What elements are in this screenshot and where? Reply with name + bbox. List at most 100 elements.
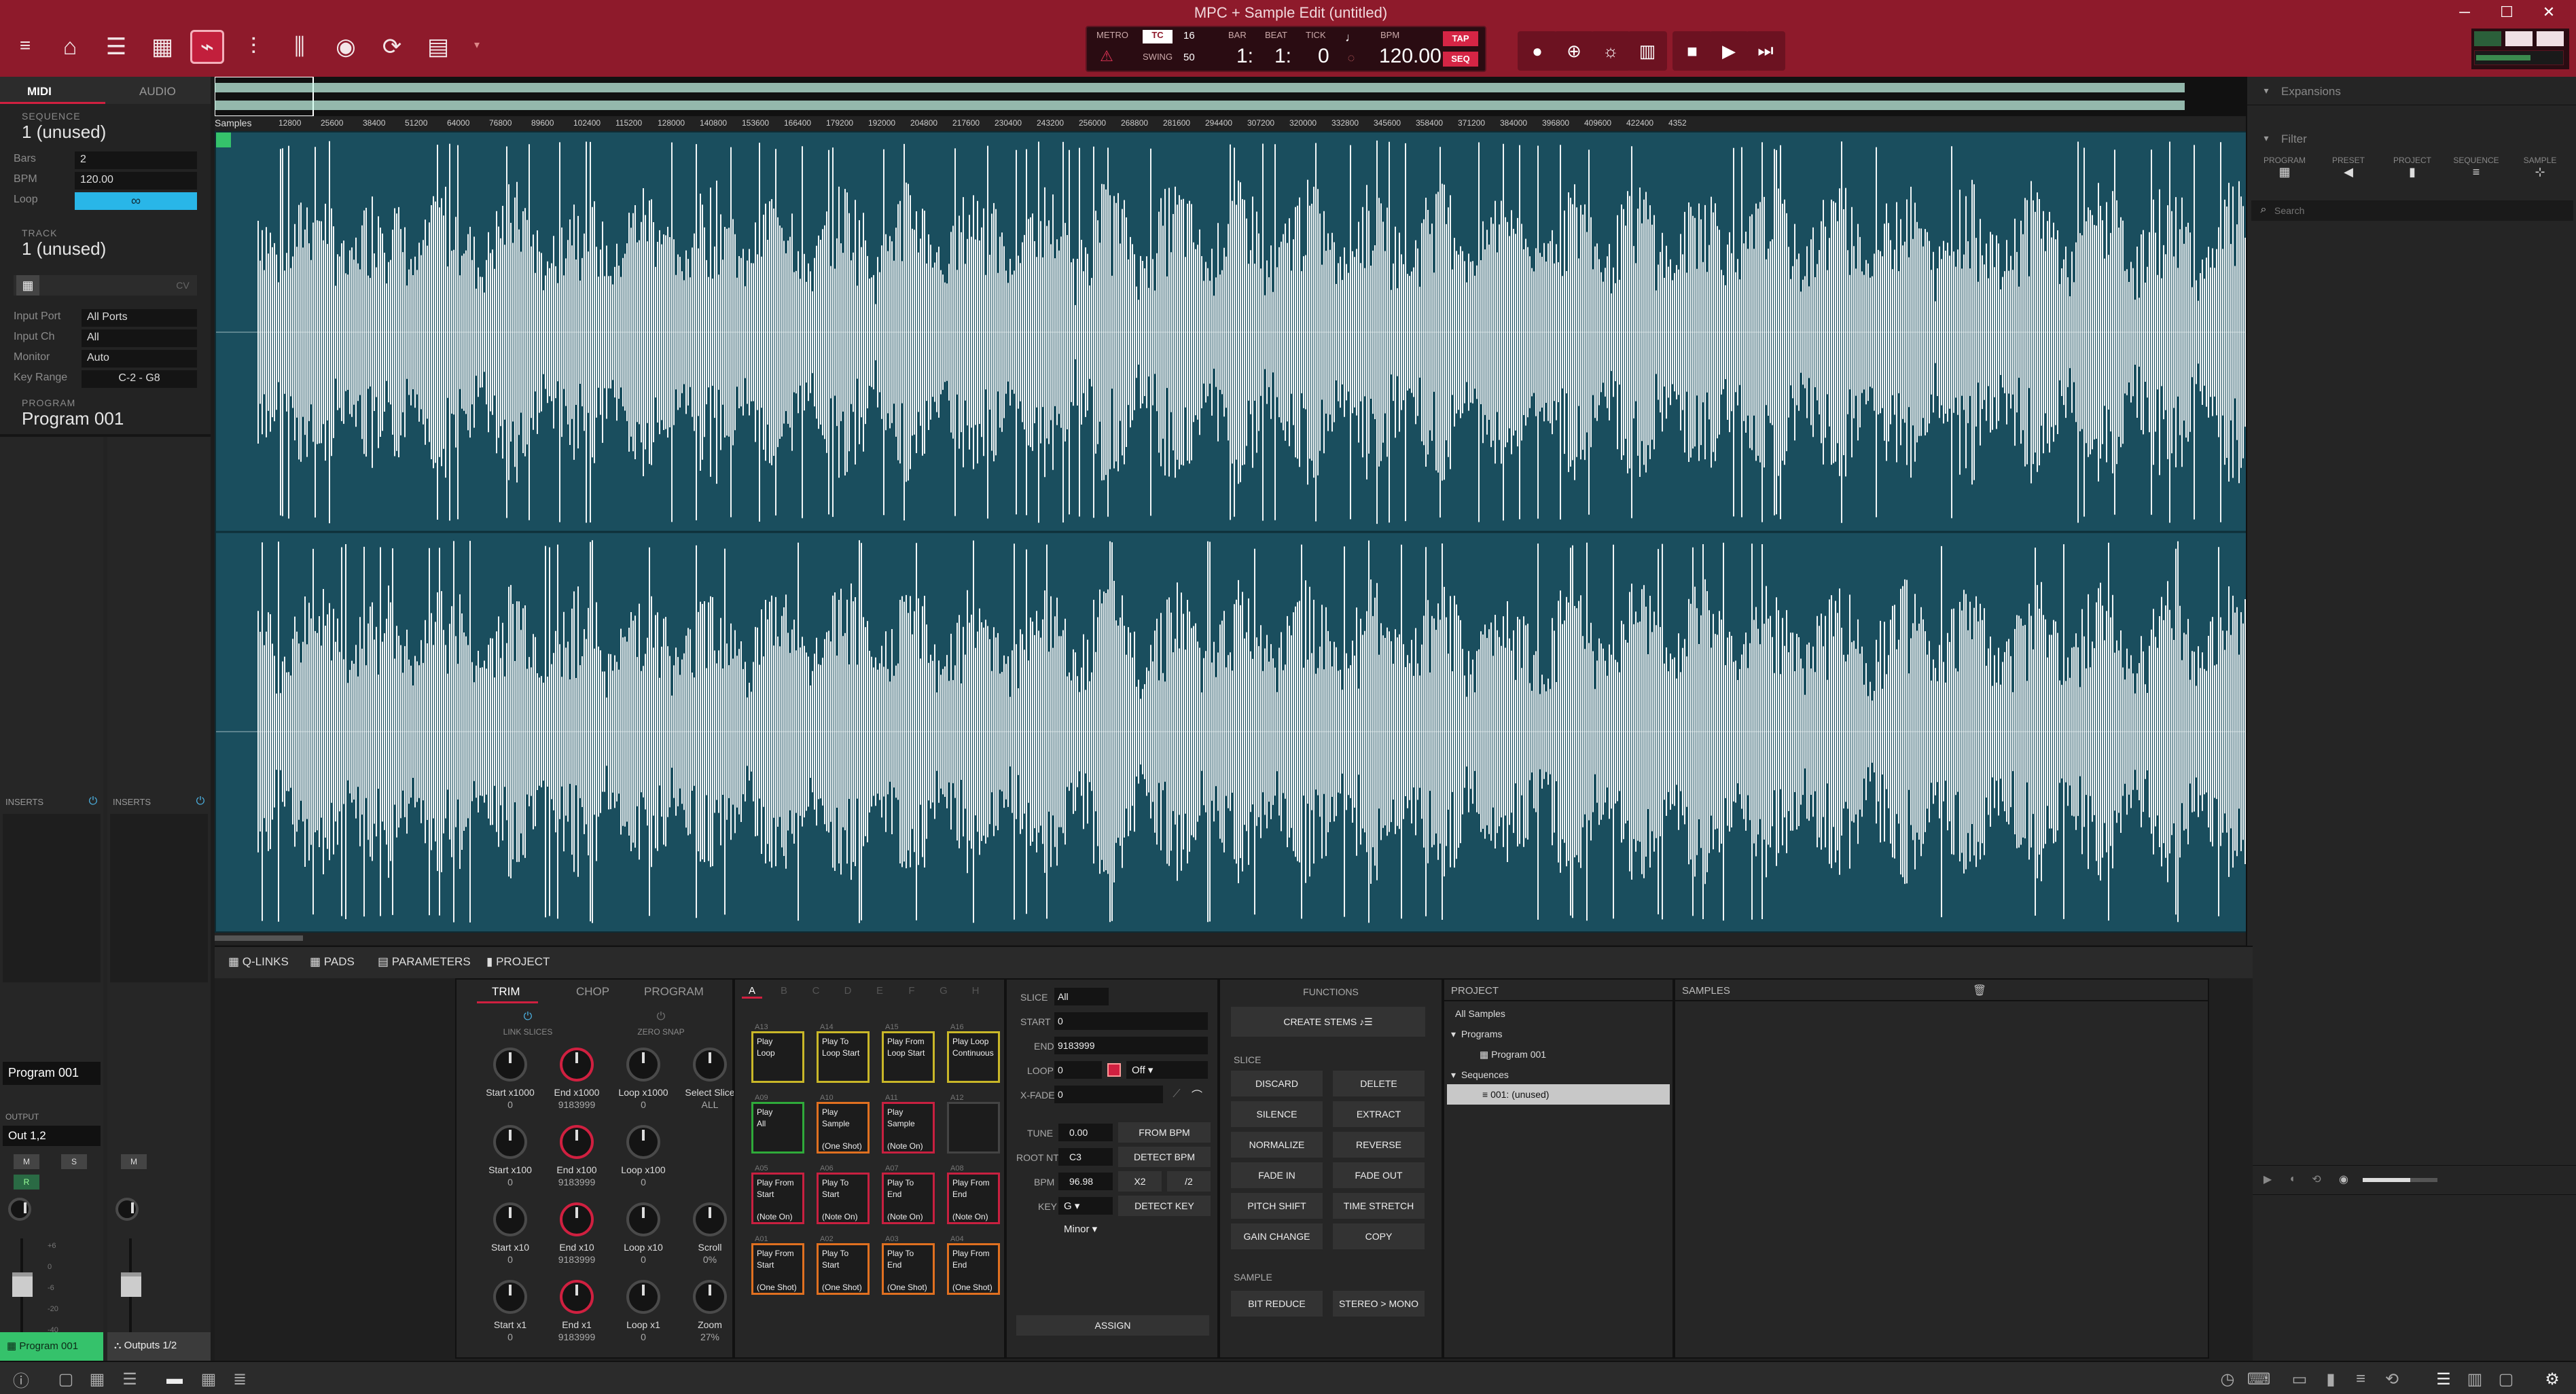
bars-field[interactable]: 2	[75, 151, 197, 169]
slice-select[interactable]: All	[1054, 988, 1109, 1005]
filter-sample[interactable]: SAMPLE ⊹	[2508, 156, 2572, 179]
keyboard-icon[interactable]: ⌨	[2247, 1368, 2271, 1391]
channel-mixer-icon[interactable]: ⫼	[283, 30, 317, 64]
loop-lock-toggle[interactable]	[1107, 1063, 1121, 1077]
trim-knob[interactable]	[626, 1048, 660, 1082]
mute-button[interactable]: M	[14, 1154, 39, 1169]
pad-bank-c[interactable]: C	[806, 985, 826, 997]
assign-button[interactable]: ASSIGN	[1016, 1315, 1209, 1336]
pan-knob[interactable]	[115, 1198, 139, 1221]
waveform-overview[interactable]	[214, 76, 2253, 117]
menu-icon[interactable]: ≡	[14, 34, 37, 57]
layout-split-icon[interactable]: ▥	[2463, 1368, 2486, 1391]
pad-a08[interactable]: A08 Play From End (Note On)	[947, 1164, 1000, 1224]
mixer-icon[interactable]: ⫶	[236, 30, 270, 64]
programs-folder[interactable]: ▾ Programs	[1451, 1029, 1503, 1040]
pad-bank-d[interactable]: D	[838, 985, 858, 997]
sequences-folder[interactable]: ▾ Sequences	[1451, 1069, 1509, 1081]
reverse-button[interactable]: REVERSE	[1333, 1132, 1425, 1158]
sequence-name[interactable]: 1 (unused)	[22, 122, 106, 143]
volume-fader[interactable]	[121, 1272, 141, 1297]
all-samples-item[interactable]: All Samples	[1455, 1008, 1505, 1019]
gain-change-button[interactable]: GAIN CHANGE	[1231, 1223, 1323, 1249]
time-stretch-button[interactable]: TIME STRETCH	[1333, 1193, 1425, 1219]
trim-knob[interactable]	[560, 1125, 594, 1159]
normalize-button[interactable]: NORMALIZE	[1231, 1132, 1323, 1158]
half-bpm-button[interactable]: /2	[1167, 1171, 1211, 1192]
trim-knob[interactable]	[693, 1202, 727, 1236]
tab-chop[interactable]: CHOP	[576, 985, 609, 999]
pad-bank-b[interactable]: B	[774, 985, 794, 997]
double-bpm-button[interactable]: X2	[1118, 1171, 1162, 1192]
track-type-selector[interactable]: ▦ CV	[14, 275, 197, 296]
trim-knob[interactable]	[493, 1202, 527, 1236]
fade-in-button[interactable]: FADE IN	[1231, 1162, 1323, 1188]
close-button[interactable]: ✕	[2535, 0, 2562, 24]
loop-mode-select[interactable]: Off ▾	[1126, 1061, 1208, 1079]
cv-icon[interactable]: CV	[171, 275, 194, 296]
sequence-item-selected[interactable]: ≡ 001: (unused)	[1447, 1084, 1670, 1105]
output-select[interactable]: Out 1,2	[3, 1126, 101, 1146]
pad-a14[interactable]: A14 Play To Loop Start	[817, 1023, 870, 1083]
trim-knob[interactable]	[493, 1048, 527, 1082]
scrollbar-thumb[interactable]	[215, 935, 303, 941]
tick-value[interactable]: 0	[1318, 45, 1329, 68]
power-icon[interactable]: ⏻	[194, 796, 207, 808]
loop-icon[interactable]: ⟲	[2310, 1173, 2323, 1186]
stop-button[interactable]: ■	[1672, 31, 1712, 71]
extract-button[interactable]: EXTRACT	[1333, 1101, 1425, 1127]
filter-sequence[interactable]: SEQUENCE ≡	[2444, 156, 2508, 179]
pad-a06[interactable]: A06 Play To Start (Note On)	[817, 1164, 870, 1224]
drum-grid-icon[interactable]: ▦	[16, 275, 39, 296]
scale-select[interactable]: Minor ▾	[1058, 1220, 1113, 1238]
record-button[interactable]: ●	[1518, 31, 1557, 71]
tab-pads[interactable]: ▦ PADS	[310, 955, 355, 969]
search-input[interactable]	[2274, 203, 2566, 218]
from-bpm-button[interactable]: FROM BPM	[1118, 1122, 1211, 1143]
trash-icon[interactable]: 🗑	[1973, 984, 1986, 997]
input-port-select[interactable]: All Ports	[82, 309, 197, 327]
mute-button[interactable]: M	[121, 1154, 147, 1169]
record-arm-button[interactable]: R	[14, 1175, 39, 1190]
insert-slots-2[interactable]	[110, 814, 208, 982]
pad-bank-e[interactable]: E	[870, 985, 890, 997]
search-box[interactable]: ⌕	[2251, 200, 2573, 221]
song-icon[interactable]: ▤	[421, 30, 455, 64]
start-marker[interactable]	[216, 132, 231, 147]
program-name[interactable]: Program 001	[22, 408, 124, 429]
tab-audio[interactable]: AUDIO	[139, 85, 176, 99]
count-in-button[interactable]: ▥	[1628, 31, 1667, 71]
pitch-shift-button[interactable]: PITCH SHIFT	[1231, 1193, 1323, 1219]
bit-reduce-button[interactable]: BIT REDUCE	[1231, 1291, 1323, 1317]
detect-key-button[interactable]: DETECT KEY	[1118, 1196, 1211, 1216]
sequence-view-icon[interactable]: ≣	[228, 1368, 251, 1391]
browser-icon[interactable]: ▮	[2319, 1368, 2342, 1391]
solo-button[interactable]: S	[61, 1154, 87, 1169]
filter-program[interactable]: PROGRAM ▦	[2253, 156, 2316, 179]
tab-qlinks[interactable]: ▦ Q-LINKS	[228, 955, 289, 969]
pad-bank-selector[interactable]: ABCDEFGH	[742, 985, 1000, 1003]
pad-a13[interactable]: A13 Play Loop	[751, 1023, 804, 1083]
seq-button[interactable]: SEQ	[1443, 52, 1478, 67]
info-icon[interactable]: ⓘ	[10, 1368, 33, 1391]
trim-knob[interactable]	[493, 1280, 527, 1314]
discard-button[interactable]: DISCARD	[1231, 1071, 1323, 1096]
copy-button[interactable]: COPY	[1333, 1223, 1425, 1249]
main-icon[interactable]: ☰	[99, 30, 133, 64]
sample-ruler[interactable]: Samples 12800 25600 38400 51200 64000 76800 89…	[215, 116, 2253, 131]
pads-view-icon[interactable]: ▦	[197, 1368, 220, 1391]
xfade-linear-icon[interactable]: ⟋	[1168, 1087, 1185, 1102]
pad-a04[interactable]: A04 Play From End (One Shot)	[947, 1235, 1000, 1295]
trim-knob[interactable]	[626, 1280, 660, 1314]
automation-button[interactable]: ☼	[1591, 31, 1630, 71]
layout-full-icon[interactable]: ▢	[2494, 1368, 2518, 1391]
start-field[interactable]: 0	[1054, 1012, 1208, 1030]
trim-knob[interactable]	[560, 1048, 594, 1082]
end-field[interactable]: 9183999	[1054, 1037, 1208, 1054]
home-icon[interactable]: ⌂	[53, 30, 87, 64]
play-start-button[interactable]: ⏭	[1746, 31, 1785, 71]
list-icon[interactable]: ≡	[2349, 1368, 2372, 1391]
minimize-button[interactable]: ─	[2451, 0, 2478, 24]
pad-a01[interactable]: A01 Play From Start (One Shot)	[751, 1235, 804, 1295]
lock-icon[interactable]: ◌	[1344, 50, 1359, 65]
